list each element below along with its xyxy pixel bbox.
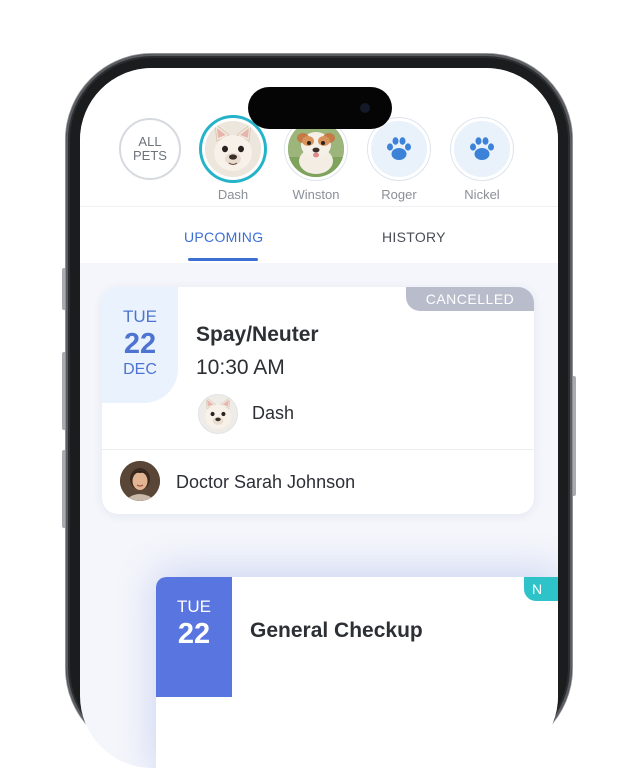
pet-filter-dash[interactable]: Dash	[199, 118, 267, 202]
appointment-pet-avatar	[198, 394, 238, 434]
appointment-title: General Checkup	[250, 619, 423, 642]
doctor-avatar	[120, 461, 160, 501]
pet-filter-roger[interactable]: Roger	[365, 118, 433, 202]
french-bulldog-avatar-icon	[199, 395, 237, 433]
bulldog-puppy-avatar-icon	[288, 121, 344, 177]
doctor-photo-icon	[120, 461, 160, 501]
all-pets-button[interactable]: ALL PETS	[119, 118, 181, 180]
status-badge: N	[524, 577, 558, 601]
pet-avatar-dash[interactable]	[202, 118, 264, 180]
dynamic-island	[248, 87, 392, 129]
appointment-tabs: UPCOMING HISTORY	[80, 206, 558, 263]
appointment-time: 10:30 AM	[196, 356, 285, 379]
appointment-date: TUE 22 DEC	[102, 287, 178, 403]
camera-dot	[360, 103, 370, 113]
pet-filter-winston[interactable]: Winston	[282, 118, 350, 202]
french-bulldog-avatar-icon	[205, 121, 261, 177]
date-month: DEC	[123, 361, 157, 378]
appointment-title: Spay/Neuter	[196, 323, 319, 346]
pet-filter-all[interactable]: ALL PETS	[116, 118, 184, 180]
date-day: 22	[177, 618, 211, 650]
status-badge: CANCELLED	[406, 287, 534, 311]
card-divider	[102, 449, 534, 450]
appointment-card[interactable]: TUE 22 N General Checkup	[156, 577, 558, 768]
date-day: 22	[123, 328, 157, 360]
pet-name-dash: Dash	[217, 187, 249, 202]
phone-screen: ALL PETS Dash Winston Roger Nickel UPCOM…	[80, 68, 558, 768]
date-weekday: TUE	[177, 597, 211, 616]
doctor-name: Doctor Sarah Johnson	[176, 472, 356, 492]
paw-icon	[387, 137, 411, 160]
date-weekday: TUE	[123, 307, 157, 326]
tab-history[interactable]: HISTORY	[382, 207, 446, 263]
active-tab-indicator	[188, 258, 258, 261]
pet-name-winston: Winston	[292, 187, 340, 202]
pet-name-roger: Roger	[381, 187, 417, 202]
pet-name-nickel: Nickel	[464, 187, 500, 202]
pet-avatar-nickel[interactable]	[451, 118, 513, 180]
pet-filter-nickel[interactable]: Nickel	[448, 118, 516, 202]
appointment-date: TUE 22	[156, 577, 232, 697]
tab-upcoming[interactable]: UPCOMING	[184, 207, 263, 263]
appointment-card[interactable]: TUE 22 DEC CANCELLED Spay/Neuter 10:30 A…	[102, 287, 534, 514]
all-pets-label: ALL PETS	[133, 134, 167, 163]
appointment-pet-name: Dash	[252, 403, 295, 423]
paw-icon	[470, 137, 494, 160]
